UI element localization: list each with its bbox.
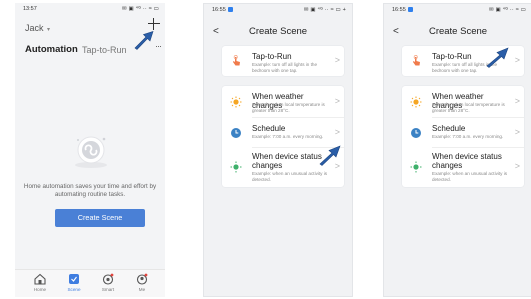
tab-automation[interactable]: Automation <box>25 44 78 55</box>
chevron-right-icon: > <box>334 96 340 106</box>
list-item-schedule[interactable]: Schedule Example: 7:00 a.m. every mornin… <box>222 118 344 146</box>
device-status-icon <box>230 161 242 173</box>
status-time: 16:55 <box>212 7 233 13</box>
chevron-down-icon: ▾ <box>47 27 51 33</box>
tab-tap-to-run[interactable]: Tap-to-Run <box>82 45 127 55</box>
item-title: Tap-to-Run <box>252 52 292 61</box>
tab-scene[interactable]: Scene <box>59 273 89 292</box>
smart-icon <box>102 273 114 285</box>
tab-me[interactable]: Me <box>127 273 157 292</box>
status-icons: ✉ ▣ ⁴ᴳ ·· ≈ ▭ <box>488 7 526 13</box>
chevron-right-icon: > <box>514 96 520 106</box>
status-bar: 16:55 ✉ ▣ ⁴ᴳ ·· ≈ ▭ <box>392 7 526 15</box>
item-description: Example: when an unusual activity is det… <box>432 171 508 182</box>
home-icon <box>34 273 46 285</box>
sun-icon <box>230 96 242 108</box>
phone-screen-create-scene: 16:55 ✉ ▣ ⁴ᴳ ·· ≈ ▭ + < Create Scene Tap… <box>203 3 353 297</box>
more-options-button[interactable]: ··· <box>155 41 162 51</box>
item-title: Schedule <box>252 124 286 133</box>
device-status-icon <box>410 161 422 173</box>
list-item-weather-changes[interactable]: When weather changes Example: when local… <box>402 86 524 116</box>
page-title: Create Scene <box>248 26 308 37</box>
tap-hand-icon <box>233 55 240 66</box>
tap-hand-icon <box>413 55 420 66</box>
list-item-schedule[interactable]: Schedule Example: 7:00 a.m. every mornin… <box>402 118 524 146</box>
item-description: Example: when local temperature is great… <box>432 102 505 113</box>
annotation-arrow-icon <box>134 31 154 50</box>
bottom-tab-bar: Home Scene Smart Me <box>15 269 165 297</box>
item-description: Example: turn off all lights in the bedr… <box>252 62 318 73</box>
item-description: Example: 7:00 a.m. every morning. <box>252 134 324 139</box>
phone-screen-automation: 13:57 ✉ ▣ ⁴ᴳ ·· ≈ ▭ Jack ▾ Automation Ta… <box>15 3 165 297</box>
notification-icon <box>407 7 413 12</box>
item-description: Example: 7:00 a.m. every morning. <box>432 134 504 139</box>
me-icon <box>136 273 148 285</box>
card-automation-options: When weather changes Example: when local… <box>402 86 524 187</box>
item-description: Example: when local temperature is great… <box>252 102 325 113</box>
tab-smart[interactable]: Smart <box>93 273 123 292</box>
annotation-arrow-icon <box>486 47 509 68</box>
status-time: 16:55 <box>392 7 413 13</box>
scene-icon <box>69 274 79 284</box>
status-bar: 13:57 ✉ ▣ ⁴ᴳ ·· ≈ ▭ <box>23 6 159 14</box>
empty-scene-illustration <box>75 136 107 168</box>
list-item-weather-changes[interactable]: When weather changes Example: when local… <box>222 86 344 116</box>
item-title: When device status changes <box>432 152 502 170</box>
card-automation-options: When weather changes Example: when local… <box>222 86 344 187</box>
chevron-right-icon: > <box>514 55 520 65</box>
tab-home-label: Home <box>33 287 47 292</box>
sun-icon <box>410 96 422 108</box>
chevron-right-icon: > <box>514 127 520 137</box>
empty-state-text: Home automation saves your time and effo… <box>23 183 157 198</box>
notification-icon <box>227 7 233 12</box>
item-title: Schedule <box>432 124 466 133</box>
page-title: Create Scene <box>428 26 488 37</box>
tab-scene-label: Scene <box>67 287 81 292</box>
tab-me-label: Me <box>138 287 146 292</box>
chevron-right-icon: > <box>334 55 340 65</box>
chevron-right-icon: > <box>514 161 520 171</box>
phone-screen-create-scene-tap: 16:55 ✉ ▣ ⁴ᴳ ·· ≈ ▭ < Create Scene Tap-t… <box>383 3 531 297</box>
item-description: Example: when an unusual activity is det… <box>252 171 328 182</box>
create-scene-button[interactable]: Create Scene <box>55 209 145 227</box>
list-item-tap-to-run[interactable]: Tap-to-Run Example: turn off all lights … <box>222 46 344 76</box>
list-item-device-status-changes[interactable]: When device status changes Example: when… <box>402 148 524 186</box>
clock-icon <box>411 128 421 138</box>
annotation-arrow-icon <box>319 145 341 166</box>
home-name: Jack <box>25 23 44 33</box>
status-bar: 16:55 ✉ ▣ ⁴ᴳ ·· ≈ ▭ + <box>212 7 346 15</box>
clock-icon <box>231 128 241 138</box>
tab-smart-label: Smart <box>101 287 115 292</box>
status-time: 13:57 <box>23 6 37 12</box>
status-icons: ✉ ▣ ⁴ᴳ ·· ≈ ▭ + <box>303 7 346 13</box>
status-icons: ✉ ▣ ⁴ᴳ ·· ≈ ▭ <box>121 6 159 12</box>
chevron-right-icon: > <box>334 127 340 137</box>
tab-home[interactable]: Home <box>25 273 55 292</box>
card-tap-to-run[interactable]: Tap-to-Run Example: turn off all lights … <box>222 46 344 76</box>
home-selector[interactable]: Jack ▾ <box>25 23 50 33</box>
